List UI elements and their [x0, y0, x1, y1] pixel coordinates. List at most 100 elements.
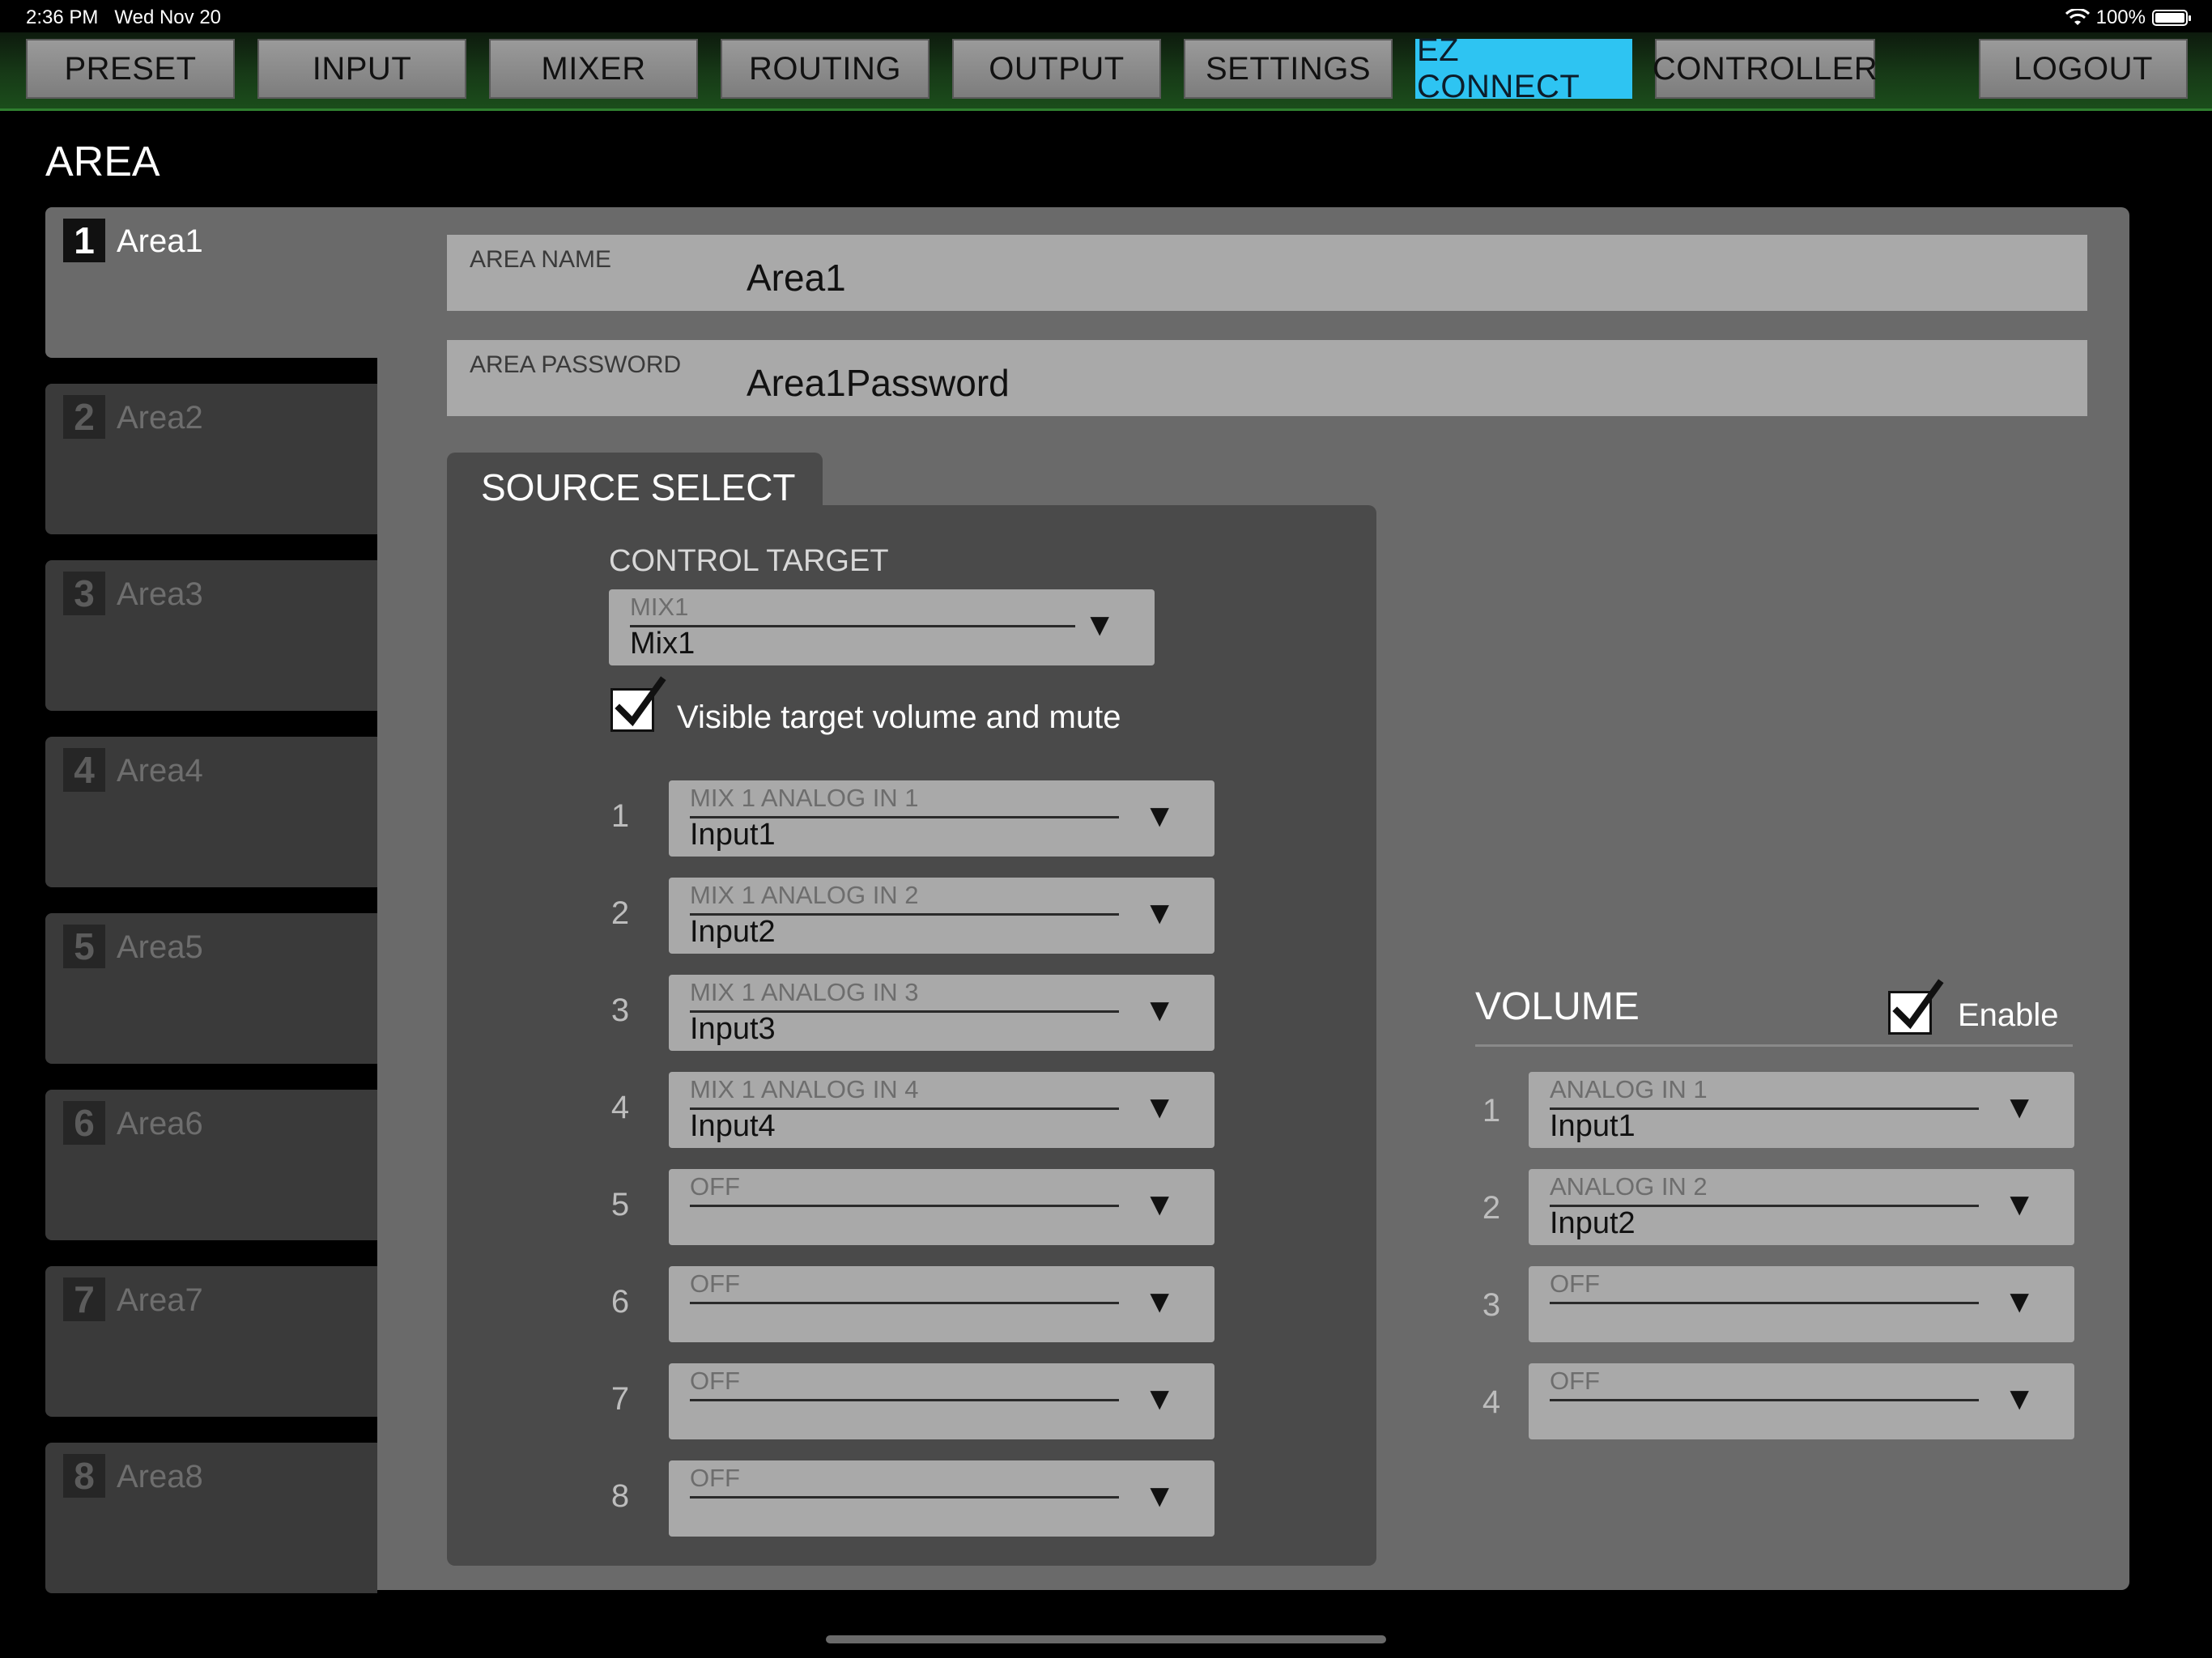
volume-title: VOLUME — [1475, 985, 1640, 1028]
dropdown-category: OFF — [690, 1367, 740, 1395]
dropdown-divider — [630, 625, 1075, 627]
source-dropdown-5[interactable]: OFF ▼ — [669, 1169, 1214, 1245]
checkmark-icon — [1892, 979, 1944, 1030]
dropdown-category: MIX1 — [630, 593, 689, 621]
sidebar-item-area8[interactable]: 8 Area8 — [45, 1443, 377, 1593]
wifi-icon — [2065, 9, 2090, 25]
chevron-down-icon: ▼ — [2003, 1187, 2035, 1222]
page-title: AREA — [45, 138, 160, 185]
tab-output[interactable]: OUTPUT — [952, 39, 1161, 99]
area-number-badge: 6 — [63, 1101, 105, 1145]
dropdown-divider — [690, 1205, 1119, 1207]
source-row-number: 4 — [610, 1090, 630, 1125]
source-row-number: 2 — [610, 895, 630, 931]
volume-row-number: 3 — [1482, 1287, 1501, 1323]
area-label: Area2 — [117, 400, 203, 436]
source-select-title: SOURCE SELECT — [481, 466, 796, 508]
chevron-down-icon: ▼ — [1143, 1187, 1176, 1222]
area-name-label: AREA NAME — [470, 246, 612, 273]
chevron-down-icon: ▼ — [1143, 1284, 1176, 1320]
volume-dropdown-3[interactable]: OFF ▼ — [1529, 1266, 2074, 1342]
source-dropdown-8[interactable]: OFF ▼ — [669, 1460, 1214, 1537]
area-number-badge: 3 — [63, 572, 105, 615]
dropdown-divider — [690, 1496, 1119, 1499]
checkmark-icon — [615, 676, 666, 727]
volume-enable-checkbox[interactable] — [1888, 979, 1944, 1035]
area-password-value: Area1Password — [747, 362, 1010, 404]
area-label: Area5 — [117, 929, 203, 965]
control-target-label: CONTROL TARGET — [609, 544, 889, 578]
source-dropdown-6[interactable]: OFF ▼ — [669, 1266, 1214, 1342]
dropdown-category: OFF — [690, 1172, 740, 1201]
source-dropdown-2[interactable]: MIX 1 ANALOG IN 2 Input2 ▼ — [669, 878, 1214, 954]
volume-dropdown-4[interactable]: OFF ▼ — [1529, 1363, 2074, 1439]
dropdown-value: Mix1 — [630, 627, 696, 661]
tab-settings[interactable]: SETTINGS — [1184, 39, 1393, 99]
dropdown-value: Input2 — [1550, 1206, 1636, 1240]
chevron-down-icon: ▼ — [1143, 1478, 1176, 1514]
chevron-down-icon: ▼ — [1143, 798, 1176, 834]
area-label: Area6 — [117, 1106, 203, 1141]
dropdown-value: Input3 — [690, 1012, 776, 1046]
area-password-field[interactable]: AREA PASSWORD Area1Password — [447, 340, 2087, 416]
area-number-badge: 4 — [63, 748, 105, 792]
chevron-down-icon: ▼ — [1143, 1381, 1176, 1417]
area-number-badge: 8 — [63, 1454, 105, 1498]
dropdown-category: OFF — [1550, 1367, 1600, 1395]
chevron-down-icon: ▼ — [1143, 993, 1176, 1028]
dropdown-value: Input4 — [690, 1109, 776, 1143]
source-select-panel: CONTROL TARGET MIX1 Mix1 ▼ Visible targe… — [447, 505, 1376, 1566]
visible-target-checkbox[interactable] — [610, 676, 666, 732]
sidebar-item-area4[interactable]: 4 Area4 — [45, 737, 377, 887]
area-label: Area8 — [117, 1459, 203, 1494]
volume-row-number: 4 — [1482, 1384, 1501, 1420]
status-bar-clock: 2:36 PM Wed Nov 20 — [26, 6, 221, 29]
volume-dropdown-2[interactable]: ANALOG IN 2 Input2 ▼ — [1529, 1169, 2074, 1245]
control-target-dropdown[interactable]: MIX1 Mix1 ▼ — [609, 589, 1155, 665]
home-indicator[interactable] — [826, 1635, 1386, 1643]
status-date: Wed Nov 20 — [114, 6, 222, 28]
battery-icon — [2152, 10, 2191, 26]
dropdown-category: OFF — [1550, 1269, 1600, 1298]
volume-dropdown-1[interactable]: ANALOG IN 1 Input1 ▼ — [1529, 1072, 2074, 1148]
source-row-number: 1 — [610, 798, 630, 834]
area-number-badge: 5 — [63, 925, 105, 968]
source-dropdown-7[interactable]: OFF ▼ — [669, 1363, 1214, 1439]
area-label: Area1 — [117, 223, 203, 259]
chevron-down-icon: ▼ — [1143, 1090, 1176, 1125]
dropdown-divider — [1550, 1399, 1979, 1401]
dropdown-category: OFF — [690, 1269, 740, 1298]
area-name-value: Area1 — [747, 257, 846, 299]
source-row-number: 6 — [610, 1284, 630, 1320]
sidebar-item-area1[interactable]: 1 Area1 — [45, 207, 377, 358]
tab-preset[interactable]: PRESET — [26, 39, 235, 99]
battery-percent: 100% — [2095, 6, 2146, 28]
sidebar-item-area7[interactable]: 7 Area7 — [45, 1266, 377, 1417]
sidebar-item-area3[interactable]: 3 Area3 — [45, 560, 377, 711]
sidebar-item-area6[interactable]: 6 Area6 — [45, 1090, 377, 1240]
area-name-field[interactable]: AREA NAME Area1 — [447, 235, 2087, 311]
chevron-down-icon: ▼ — [1083, 607, 1116, 643]
tab-mixer[interactable]: MIXER — [489, 39, 698, 99]
area-detail-panel: AREA NAME Area1 AREA PASSWORD Area1Passw… — [377, 207, 2129, 1590]
tab-ez-connect[interactable]: EZ CONNECT — [1415, 32, 1632, 104]
chevron-down-icon: ▼ — [2003, 1284, 2035, 1320]
chevron-down-icon: ▼ — [2003, 1090, 2035, 1125]
sidebar-item-area2[interactable]: 2 Area2 — [45, 384, 377, 534]
dropdown-value: Input2 — [690, 915, 776, 949]
dropdown-category: OFF — [690, 1464, 740, 1492]
tab-routing[interactable]: ROUTING — [721, 39, 929, 99]
source-dropdown-3[interactable]: MIX 1 ANALOG IN 3 Input3 ▼ — [669, 975, 1214, 1051]
area-label: Area3 — [117, 576, 203, 612]
volume-row-number: 2 — [1482, 1190, 1501, 1226]
source-dropdown-1[interactable]: MIX 1 ANALOG IN 1 Input1 ▼ — [669, 780, 1214, 857]
logout-button[interactable]: LOGOUT — [1979, 39, 2188, 99]
tab-controller[interactable]: CONTROLLER — [1653, 39, 1878, 99]
dropdown-divider — [690, 1302, 1119, 1304]
dropdown-value: Input1 — [1550, 1109, 1636, 1143]
source-dropdown-4[interactable]: MIX 1 ANALOG IN 4 Input4 ▼ — [669, 1072, 1214, 1148]
tab-input[interactable]: INPUT — [257, 39, 466, 99]
sidebar-item-area5[interactable]: 5 Area5 — [45, 913, 377, 1064]
dropdown-category: ANALOG IN 1 — [1550, 1075, 1708, 1103]
source-row-number: 5 — [610, 1187, 630, 1222]
